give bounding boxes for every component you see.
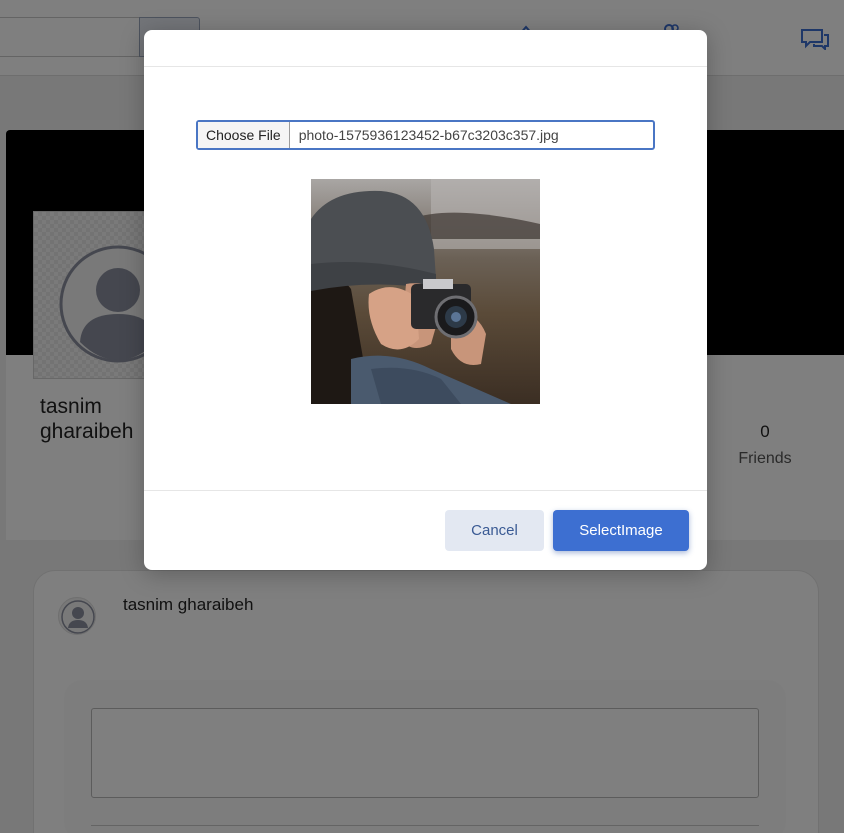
dialog-header bbox=[144, 30, 707, 67]
select-image-dialog: Choose File photo-1575936123452-b67c3203… bbox=[144, 30, 707, 570]
dialog-footer-divider bbox=[144, 490, 707, 491]
image-preview bbox=[311, 179, 540, 404]
cancel-button[interactable]: Cancel bbox=[445, 510, 544, 551]
photo-preview-image bbox=[311, 179, 540, 404]
file-input[interactable]: Choose File photo-1575936123452-b67c3203… bbox=[196, 120, 655, 150]
selected-file-name: photo-1575936123452-b67c3203c357.jpg bbox=[298, 127, 559, 143]
choose-file-button[interactable]: Choose File bbox=[198, 122, 290, 148]
select-image-button[interactable]: SelectImage bbox=[553, 510, 689, 551]
